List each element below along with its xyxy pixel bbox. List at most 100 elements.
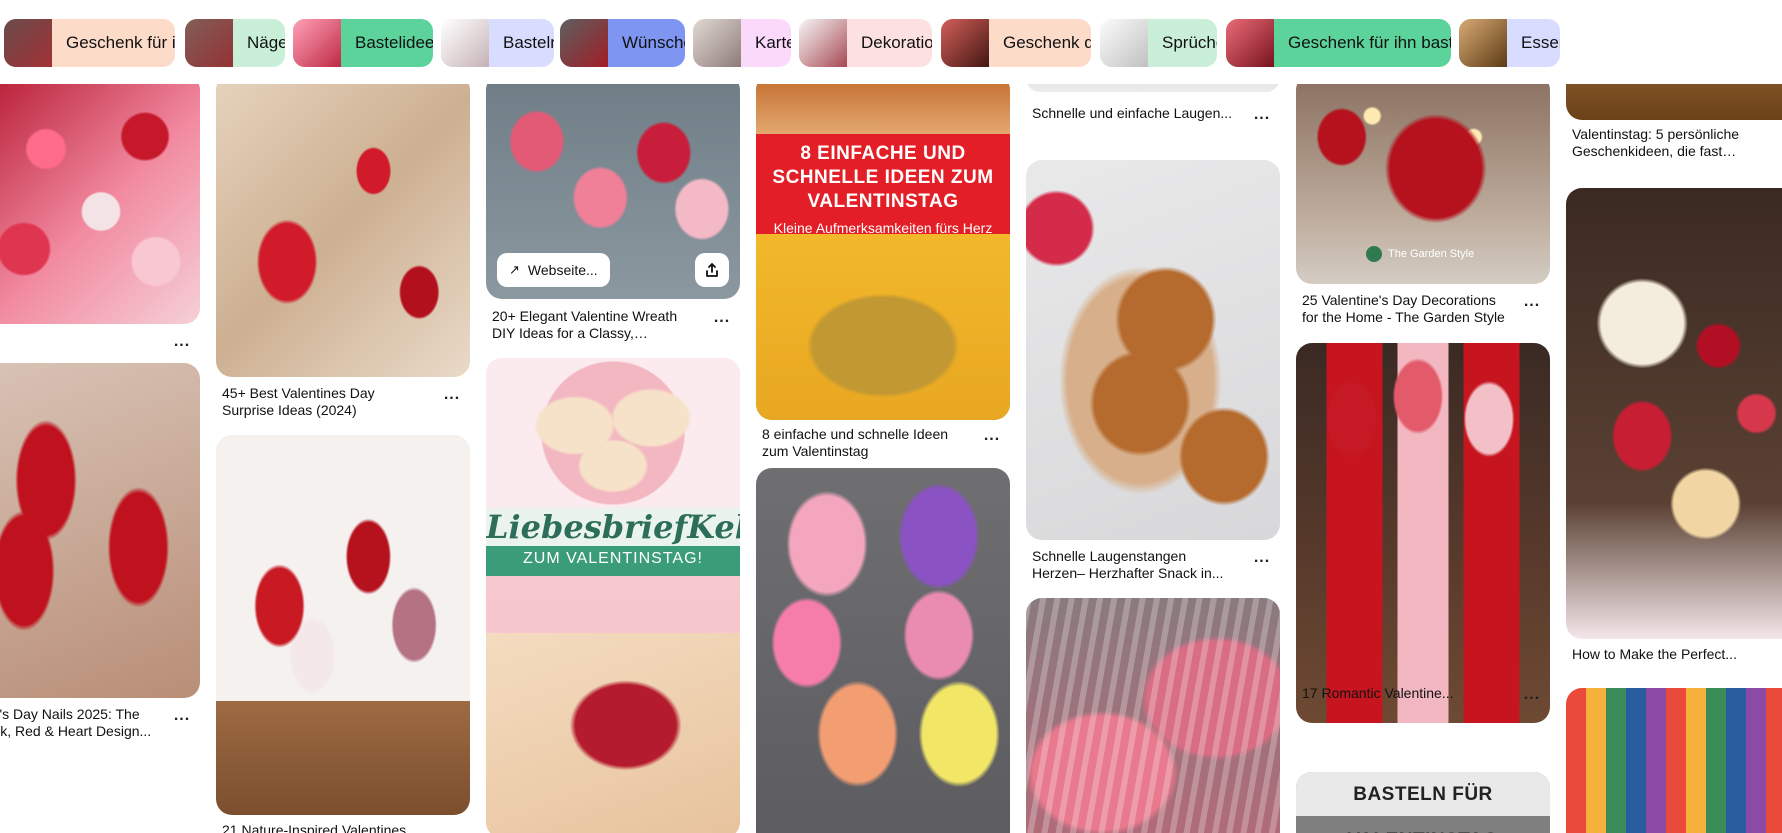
- chip-nagel[interactable]: Nägel: [185, 19, 285, 67]
- overlay-title: LiebesbriefKekse: [486, 508, 740, 546]
- pin-card: [756, 468, 1010, 833]
- chip-thumbnail: [799, 19, 847, 67]
- banner-line: 8 EINFACHE UND: [800, 143, 966, 164]
- chip-label: Geschenk für ihn: [66, 33, 175, 52]
- pin-caption[interactable]: Schnelle und einfache Laugen...: [1032, 105, 1238, 122]
- more-options-button[interactable]: ...: [1518, 294, 1546, 315]
- pin-caption[interactable]: Schnelle Laugenstangen Herzen– Herzhafte…: [1032, 548, 1238, 582]
- pin-image-pretzel-top[interactable]: [1026, 84, 1280, 92]
- pin-image-gift-ideas[interactable]: [1566, 84, 1782, 120]
- chip-label: Sprüche: [1162, 33, 1217, 52]
- cookie-plate-photo: [486, 358, 740, 508]
- chip-label: Wünsche: [622, 33, 685, 52]
- pin-image-paper-fans[interactable]: [1026, 598, 1280, 833]
- chip-thumbnail: [560, 19, 608, 67]
- pin-caption[interactable]: 21 Nature-Inspired Valentines...: [222, 822, 428, 833]
- chip-thumbnail: [441, 19, 489, 67]
- chip-label: Karte: [755, 33, 791, 52]
- pin-image-red-nails[interactable]: [0, 363, 200, 698]
- chip-basteln[interactable]: Basteln: [441, 19, 554, 67]
- pin-caption[interactable]: 17 Romantic Valentine...: [1302, 685, 1508, 702]
- pin-card: 45+ Best Valentines Day Surprise Ideas (…: [216, 84, 470, 418]
- chip-label: Nägel: [247, 33, 285, 52]
- chip-geschenk-fur-ihn-basteln[interactable]: Geschenk für ihn basteln: [1226, 19, 1451, 67]
- red-banner: 8 EINFACHE UND SCHNELLE IDEEN ZUM VALENT…: [756, 134, 1010, 236]
- pin-image-love-letters[interactable]: [216, 84, 470, 377]
- chip-karte[interactable]: Karte: [693, 19, 791, 67]
- banner-line: SCHNELLE IDEEN ZUM: [772, 167, 994, 188]
- pin-image-pretzel-hearts[interactable]: [1026, 160, 1280, 540]
- pin-image-heart-wreath[interactable]: ↗ Webseite...: [486, 84, 740, 299]
- share-button[interactable]: [695, 253, 729, 287]
- visit-website-button[interactable]: ↗ Webseite...: [497, 253, 610, 287]
- visit-website-label: Webseite...: [527, 262, 598, 278]
- more-options-button[interactable]: ...: [708, 310, 736, 331]
- chip-essen[interactable]: Essen: [1459, 19, 1560, 67]
- chip-geschenk-fur-ihn[interactable]: Geschenk für ihn: [4, 19, 175, 67]
- more-options-button[interactable]: ...: [168, 708, 196, 729]
- pin-card: 8 EINFACHE UND SCHNELLE IDEEN ZUM VALENT…: [756, 84, 1010, 514]
- chip-label: Essen: [1521, 33, 1560, 52]
- banner-line: VALENTINSTAG: [807, 191, 959, 212]
- more-options-button[interactable]: ...: [978, 428, 1006, 449]
- chip-label: Basteln: [503, 33, 554, 52]
- title-overlay: LiebesbriefKekse ZUM VALENTINSTAG!: [486, 508, 740, 576]
- external-link-icon: ↗: [509, 262, 520, 277]
- garden-style-watermark: The Garden Style: [1366, 246, 1474, 262]
- pin-caption[interactable]: 45+ Best Valentines Day Surprise Ideas (…: [222, 385, 428, 419]
- chip-thumbnail: [693, 19, 741, 67]
- image-title-band: BASTELN FÜR VALENTINSTAG: [1296, 772, 1550, 833]
- pin-caption[interactable]: 25 Valentine's Day Decorations for the H…: [1302, 292, 1508, 326]
- more-options-button[interactable]: ...: [168, 334, 196, 355]
- pin-card: 21 Nature-Inspired Valentines...: [216, 435, 470, 833]
- chip-wunsche[interactable]: Wünsche: [560, 19, 685, 67]
- pin-card: [1566, 688, 1782, 833]
- pin-image-charcuterie[interactable]: [1566, 188, 1782, 639]
- pin-caption[interactable]: 8 einfache und schnelle Ideen zum Valent…: [762, 426, 968, 460]
- pin-card: How to Make the Perfect...: [1566, 188, 1782, 662]
- pin-caption[interactable]: 20+ Elegant Valentine Wreath DIY Ideas f…: [492, 308, 698, 342]
- chip-bastelideen[interactable]: Bastelideen: [293, 19, 433, 67]
- pin-grid: ... ...e's Day Nails 2025: The Pink, Red…: [0, 84, 1782, 833]
- pin-image-yarn-hearts[interactable]: [756, 468, 1010, 833]
- chip-spruche[interactable]: Sprüche: [1100, 19, 1217, 67]
- pin-caption[interactable]: How to Make the Perfect...: [1572, 646, 1764, 663]
- pin-image-ferrero-heart[interactable]: 8 EINFACHE UND SCHNELLE IDEEN ZUM VALENT…: [756, 84, 1010, 420]
- pin-image-basteln-valentinstag[interactable]: BASTELN FÜR VALENTINSTAG: [1296, 772, 1550, 833]
- pin-image-painted-bottles[interactable]: [1296, 343, 1550, 723]
- chip-thumbnail: [1100, 19, 1148, 67]
- pin-image-jar-lights[interactable]: The Garden Style: [1296, 84, 1550, 284]
- pin-card: 17 Romantic Valentine... ...: [1296, 343, 1550, 723]
- tree-icon: [1366, 246, 1382, 262]
- chip-thumbnail: [4, 19, 52, 67]
- chip-label: Bastelideen: [355, 33, 433, 52]
- pin-card: BASTELN FÜR VALENTINSTAG: [1296, 772, 1550, 833]
- pin-card: ...: [0, 84, 200, 364]
- chip-label: Geschenk diy: [1003, 33, 1091, 52]
- chip-thumbnail: [1459, 19, 1507, 67]
- category-chip-bar: Geschenk für ihn Nägel Bastelideen Baste…: [4, 19, 1782, 67]
- pin-card: ...e's Day Nails 2025: The Pink, Red & H…: [0, 363, 200, 833]
- more-options-button[interactable]: ...: [1248, 107, 1276, 128]
- chip-label: Dekoration: [861, 33, 932, 52]
- chip-thumbnail: [293, 19, 341, 67]
- pin-image-birch-hearts[interactable]: [216, 435, 470, 815]
- chip-thumbnail: [1226, 19, 1274, 67]
- pin-image-liebesbrief-kekse[interactable]: LiebesbriefKekse ZUM VALENTINSTAG!: [486, 358, 740, 833]
- overlay-subtitle: ZUM VALENTINSTAG!: [523, 550, 703, 567]
- more-options-button[interactable]: ...: [1248, 550, 1276, 571]
- more-options-button[interactable]: ...: [438, 387, 466, 408]
- chip-dekoration[interactable]: Dekoration: [799, 19, 932, 67]
- chip-label: Geschenk für ihn basteln: [1288, 33, 1451, 52]
- chip-geschenk-diy[interactable]: Geschenk diy: [941, 19, 1091, 67]
- pin-caption[interactable]: ...e's Day Nails 2025: The Pink, Red & H…: [0, 706, 158, 740]
- pin-image-valentine-snack-board[interactable]: [0, 84, 200, 324]
- pin-card: Schnelle Laugenstangen Herzen– Herzhafte…: [1026, 160, 1280, 620]
- chip-thumbnail: [185, 19, 233, 67]
- cookie-closeup-photo: [486, 633, 740, 833]
- pin-card: LiebesbriefKekse ZUM VALENTINSTAG!: [486, 358, 740, 833]
- more-options-button[interactable]: ...: [1518, 687, 1546, 708]
- share-icon: [706, 263, 718, 277]
- pin-caption[interactable]: Valentinstag: 5 persönliche Geschenkidee…: [1572, 126, 1764, 160]
- pin-image-watercolor[interactable]: [1566, 688, 1782, 833]
